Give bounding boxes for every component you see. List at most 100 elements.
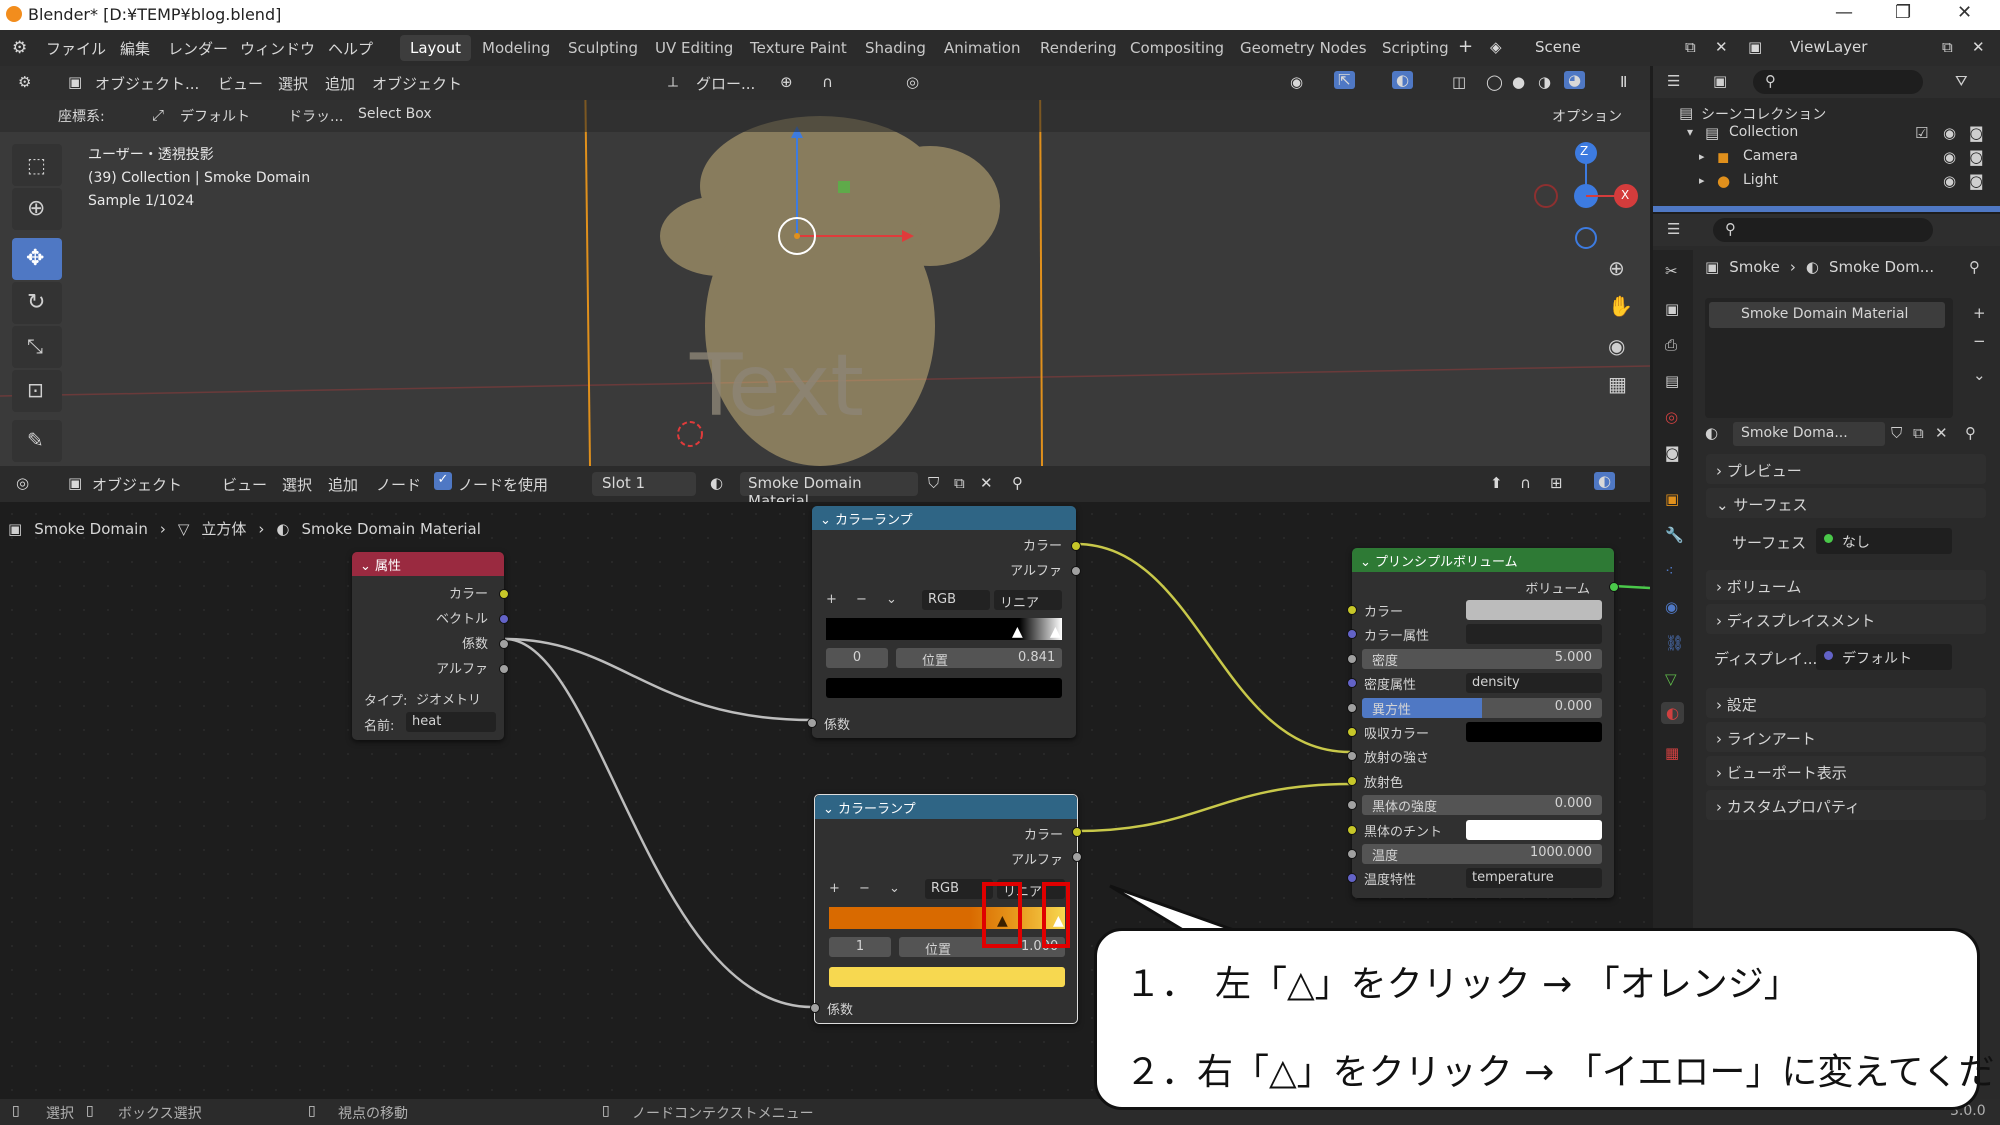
tab-geometry-nodes[interactable]: Geometry Nodes [1230, 35, 1377, 61]
ramp1-stop-color-swatch[interactable] [826, 678, 1062, 698]
proportional-edit-icon[interactable]: ◎ [906, 73, 919, 91]
ramp2-fac-socket[interactable] [810, 1003, 820, 1013]
displacement-dropdown[interactable]: デフォルト [1816, 644, 1952, 670]
remove-view-layer-icon[interactable]: ✕ [1972, 38, 1985, 56]
viewport-add-menu[interactable]: 追加 [325, 73, 355, 94]
attribute-node-header[interactable]: ⌄ 属性 [352, 552, 504, 576]
properties-panel-header[interactable]: › カスタムプロパティ [1706, 790, 1986, 820]
node-add-menu[interactable]: 追加 [328, 474, 358, 495]
menu-render[interactable]: レンダー [168, 38, 228, 59]
pin-icon[interactable]: ⚲ [1012, 474, 1023, 492]
material-name-field[interactable]: Smoke Doma... [1733, 422, 1885, 446]
ramp2-stop-index[interactable]: 1 [829, 937, 891, 957]
add-slot-icon[interactable]: + [1973, 304, 1986, 322]
tab-animation[interactable]: Animation [934, 35, 1030, 61]
tab-sculpting[interactable]: Sculpting [558, 35, 648, 61]
ramp2-menu-chevron[interactable]: ⌄ [889, 881, 900, 896]
outliner-display-icon[interactable]: ▣ [1713, 72, 1727, 90]
properties-panel-header[interactable]: › ラインアート [1706, 722, 1986, 752]
duplicate-material-icon[interactable]: ⧉ [1913, 424, 1924, 442]
ramp1-fac-socket[interactable] [807, 718, 817, 728]
properties-panel-header[interactable]: › ボリューム [1706, 570, 1986, 600]
annotate-tool[interactable]: ✎ [12, 420, 62, 462]
node-snap-icon[interactable]: ∩ [1520, 474, 1531, 492]
node-object-dropdown[interactable]: オブジェクト [92, 474, 182, 495]
outliner-editor-icon[interactable]: ☰ [1667, 72, 1680, 90]
particles-tab-icon[interactable]: ⁖ [1665, 562, 1674, 580]
tab-uv-editing[interactable]: UV Editing [645, 35, 743, 61]
options-dropdown[interactable]: オプション [1552, 106, 1622, 126]
eye-icon[interactable]: ◉ [1943, 172, 1956, 190]
viewport-select-menu[interactable]: 選択 [278, 73, 308, 94]
volume-input-socket[interactable] [1347, 800, 1357, 811]
filter-icon[interactable]: ⛛ [1955, 72, 1968, 90]
ramp2-gradient-bar[interactable] [829, 907, 1065, 929]
outliner-item-collection[interactable]: Collection [1729, 124, 1798, 140]
parent-node-icon[interactable]: ⬆ [1490, 474, 1503, 492]
node-view-menu[interactable]: ビュー [222, 474, 267, 495]
menu-file[interactable]: ファイル [46, 38, 106, 59]
tab-scripting[interactable]: Scripting [1372, 35, 1459, 61]
view-layer-name[interactable]: ViewLayer [1790, 38, 1867, 56]
ramp2-remove-stop-button[interactable]: − [859, 881, 870, 896]
node-snap-mode-icon[interactable]: ⊞ [1550, 474, 1563, 492]
remove-scene-icon[interactable]: ✕ [1715, 38, 1728, 56]
volume-input-socket[interactable] [1347, 727, 1357, 737]
properties-search-field[interactable] [1713, 218, 1933, 242]
eye-icon[interactable]: ◉ [1943, 148, 1956, 166]
node-overlay-icon[interactable]: ◐ [1594, 472, 1616, 490]
collection-checkbox-icon[interactable]: ☑ [1915, 124, 1928, 142]
world-tab-icon[interactable]: ◙ [1665, 444, 1680, 462]
data-tab-icon[interactable]: ▽ [1665, 670, 1677, 688]
material-shading-icon[interactable]: ◑ [1538, 73, 1551, 91]
gizmo-toggle-icon[interactable]: ⇱ [1334, 71, 1355, 89]
node-select-menu[interactable]: 選択 [282, 474, 312, 495]
volume-input-socket[interactable] [1347, 775, 1357, 786]
maximize-button[interactable]: ❐ [1895, 2, 1911, 23]
ramp1-alpha-socket[interactable] [1071, 566, 1081, 576]
viewport-view-menu[interactable]: ビュー [218, 73, 263, 94]
modifier-tab-icon[interactable]: 🔧 [1665, 526, 1684, 544]
material-browse-icon[interactable]: ◐ [1705, 424, 1718, 442]
ramp2-color-socket[interactable] [1072, 827, 1082, 837]
blender-menu-icon[interactable]: ⚙ [12, 38, 27, 58]
xray-icon[interactable]: ◫ [1452, 73, 1466, 91]
properties-panel-header[interactable]: › ビューポート表示 [1706, 756, 1986, 786]
node-editor-type-icon[interactable]: ◎ [16, 474, 29, 492]
material-tab-icon[interactable]: ◐ [1661, 702, 1685, 724]
gizmo-x-label[interactable]: X [1621, 188, 1629, 202]
ramp2-alpha-socket[interactable] [1072, 852, 1082, 862]
pause-render-icon[interactable]: Ⅱ [1620, 73, 1627, 91]
tab-compositing[interactable]: Compositing [1120, 35, 1234, 61]
transform-tool[interactable]: ⊡ [12, 370, 62, 412]
slot-menu-icon[interactable]: ⌄ [1973, 366, 1986, 384]
render-tab-icon[interactable]: ▣ [1665, 300, 1679, 318]
ramp2-add-stop-button[interactable]: + [829, 881, 840, 896]
attr-name-field[interactable]: heat [406, 712, 496, 732]
use-nodes-checkbox[interactable]: ✓ [434, 472, 452, 490]
duplicate-material-icon[interactable]: ⧉ [954, 474, 965, 492]
volume-input-color-swatch[interactable] [1466, 600, 1602, 620]
color-socket[interactable] [499, 589, 509, 599]
tab-shading[interactable]: Shading [855, 35, 936, 61]
outliner-item-light[interactable]: Light [1743, 172, 1778, 188]
minimize-button[interactable]: — [1835, 2, 1853, 23]
remove-slot-icon[interactable]: − [1973, 332, 1986, 350]
node-node-menu[interactable]: ノード [376, 474, 421, 495]
volume-output-socket[interactable] [1609, 582, 1619, 592]
ramp1-add-stop-button[interactable]: + [826, 592, 837, 607]
tab-rendering[interactable]: Rendering [1030, 35, 1127, 61]
ramp1-interpolation[interactable]: リニア [994, 590, 1062, 611]
tab-texture-paint[interactable]: Texture Paint [740, 35, 857, 61]
pin-icon[interactable]: ⚲ [1969, 258, 1980, 276]
drag-dropdown[interactable]: Select Box [358, 106, 432, 122]
cursor-tool[interactable]: ⊕ [12, 188, 62, 230]
ramp1-color-socket[interactable] [1071, 541, 1081, 551]
transform-orientation-dropdown[interactable]: グロー... [696, 73, 755, 94]
tab-modeling[interactable]: Modeling [472, 35, 560, 61]
texture-tab-icon[interactable]: ▦ [1665, 744, 1679, 762]
new-view-layer-icon[interactable]: ⧉ [1942, 38, 1953, 56]
properties-panel-header[interactable]: › プレビュー [1706, 454, 1986, 484]
object-tab-icon[interactable]: ▣ [1665, 490, 1679, 508]
volume-input-socket[interactable] [1347, 653, 1357, 664]
